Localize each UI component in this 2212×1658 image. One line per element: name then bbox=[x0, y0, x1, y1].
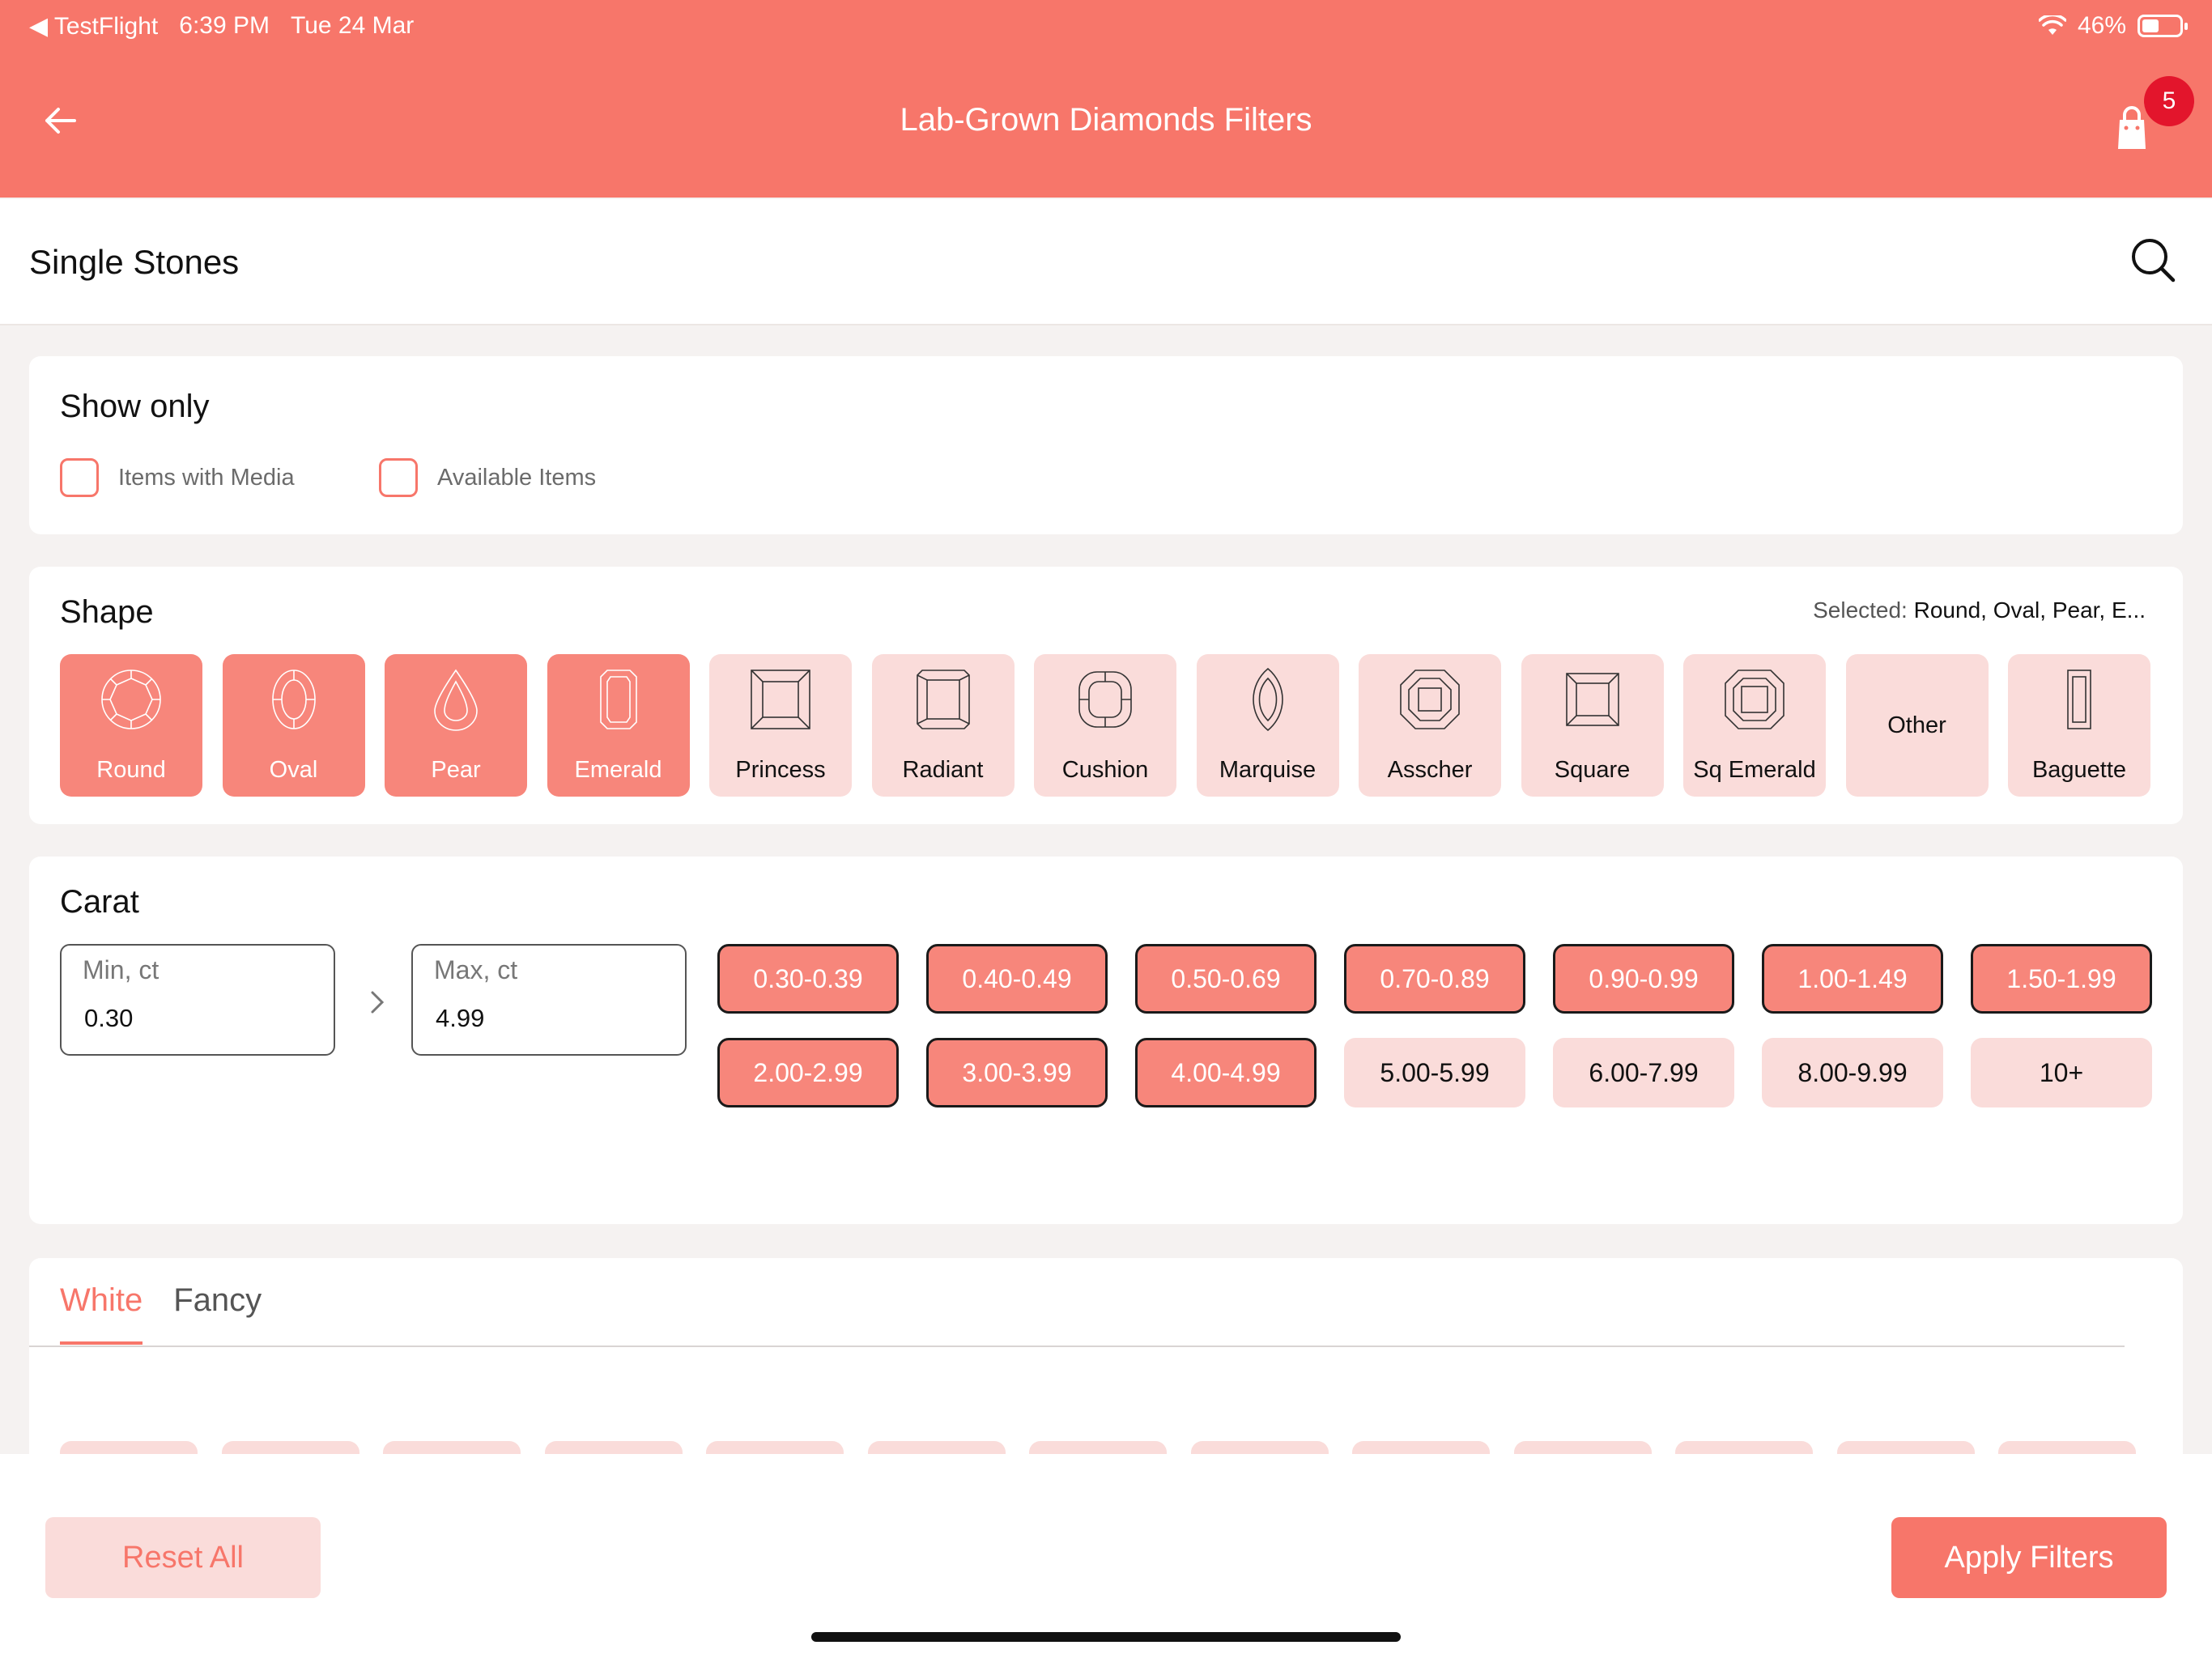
checkbox-label: Available Items bbox=[437, 464, 597, 491]
carat-range-chip[interactable]: 0.50-0.69 bbox=[1135, 944, 1317, 1014]
shape-card: Shape Selected: Round, Oval, Pear, E... … bbox=[29, 567, 2183, 824]
shape-tile-baguette[interactable]: Baguette bbox=[2008, 654, 2150, 797]
search-icon[interactable] bbox=[2128, 235, 2178, 285]
shape-tile-label: Asscher bbox=[1387, 757, 1473, 783]
checkbox-box[interactable] bbox=[60, 458, 99, 497]
carat-range-chip[interactable]: 4.00-4.99 bbox=[1135, 1038, 1317, 1107]
status-date: Tue 24 Mar bbox=[291, 12, 415, 39]
shape-tile-label: Emerald bbox=[574, 757, 662, 783]
shape-tile-asscher[interactable]: Asscher bbox=[1359, 654, 1501, 797]
carat-range-chip[interactable]: 2.00-2.99 bbox=[717, 1038, 899, 1107]
show-only-title: Show only bbox=[60, 389, 210, 424]
top-bar: ◀ TestFlight 6:39 PM Tue 24 Mar 46% Lab-… bbox=[0, 0, 2212, 198]
shape-tile-round[interactable]: Round bbox=[60, 654, 202, 797]
items-with-media-checkbox[interactable]: Items with Media bbox=[60, 458, 295, 497]
carat-range-chip[interactable]: 0.30-0.39 bbox=[717, 944, 899, 1014]
cart-count-badge: 5 bbox=[2144, 76, 2194, 126]
home-indicator[interactable] bbox=[811, 1632, 1401, 1642]
shape-tile-label: Oval bbox=[269, 757, 318, 783]
shape-tile-marquise[interactable]: Marquise bbox=[1196, 654, 1339, 797]
subheader: Single Stones bbox=[0, 199, 2212, 325]
carat-range-chip[interactable]: 6.00-7.99 bbox=[1553, 1038, 1734, 1107]
baguette-shape-icon bbox=[2067, 670, 2091, 729]
shape-title: Shape bbox=[60, 594, 154, 630]
status-bar: ◀ TestFlight 6:39 PM Tue 24 Mar 46% bbox=[29, 10, 2188, 42]
shape-tile-label: Sq Emerald bbox=[1693, 757, 1816, 783]
shape-tile-label: Pear bbox=[431, 757, 481, 783]
shape-tile-label: Cushion bbox=[1061, 757, 1149, 783]
shape-tile-label: Radiant bbox=[902, 757, 984, 783]
carat-range-chip[interactable]: 0.40-0.49 bbox=[926, 944, 1108, 1014]
shape-tile-radiant[interactable]: Radiant bbox=[871, 654, 1015, 797]
reset-all-button[interactable]: Reset All bbox=[45, 1517, 321, 1598]
cushion-shape-icon bbox=[1078, 671, 1132, 728]
min-carat-field[interactable]: Min, ct 0.30 bbox=[60, 944, 335, 1056]
checkbox-label: Items with Media bbox=[118, 464, 295, 491]
emerald-shape-icon bbox=[599, 670, 637, 729]
princess-shape-icon bbox=[751, 670, 810, 729]
carat-title: Carat bbox=[60, 884, 139, 920]
min-carat-placeholder: Min, ct bbox=[83, 955, 160, 984]
pear-shape-icon bbox=[434, 669, 478, 731]
carat-range-chip[interactable]: 3.00-3.99 bbox=[926, 1038, 1108, 1107]
color-tabs: White Fancy bbox=[60, 1282, 262, 1345]
marquise-shape-icon bbox=[1252, 667, 1283, 732]
shape-tile-label: Round bbox=[96, 757, 166, 783]
tab-white[interactable]: White bbox=[60, 1282, 143, 1345]
carat-range-chip[interactable]: 1.50-1.99 bbox=[1971, 944, 2152, 1014]
shape-tile-label: Baguette bbox=[2031, 757, 2127, 783]
max-carat-placeholder: Max, ct bbox=[434, 955, 518, 984]
shape-tile-label: Other bbox=[1887, 712, 1946, 738]
apply-filters-button[interactable]: Apply Filters bbox=[1891, 1517, 2167, 1598]
shape-tile-label: Princess bbox=[735, 757, 826, 783]
max-carat-field[interactable]: Max, ct 4.99 bbox=[411, 944, 687, 1056]
wifi-icon bbox=[2038, 15, 2066, 35]
shape-tile-other[interactable]: Other bbox=[1845, 654, 1989, 797]
nav-bar: Lab-Grown Diamonds Filters 5 bbox=[0, 76, 2212, 167]
selected-value: Round, Oval, Pear, E... bbox=[1913, 597, 2146, 623]
shape-tile-sq-emerald[interactable]: Sq Emerald bbox=[1683, 654, 1826, 797]
max-carat-value[interactable]: 4.99 bbox=[436, 1004, 484, 1033]
shape-tile-oval[interactable]: Oval bbox=[222, 654, 365, 797]
shape-selected-summary: Selected: Round, Oval, Pear, E... bbox=[1813, 597, 2146, 623]
back-app-label: TestFlight bbox=[53, 12, 159, 40]
sq-emerald-shape-icon bbox=[1725, 670, 1784, 729]
bottom-action-bar: Reset All Apply Filters bbox=[0, 1454, 2212, 1658]
asscher-shape-icon bbox=[1400, 670, 1460, 729]
battery-icon bbox=[2138, 15, 2188, 37]
shape-tile-label: Marquise bbox=[1219, 757, 1317, 783]
shape-tile-cushion[interactable]: Cushion bbox=[1034, 654, 1176, 797]
shape-tile-emerald[interactable]: Emerald bbox=[547, 654, 690, 797]
radiant-shape-icon bbox=[916, 670, 970, 729]
checkbox-box[interactable] bbox=[379, 458, 418, 497]
round-shape-icon bbox=[101, 670, 161, 729]
shape-tile-princess[interactable]: Princess bbox=[709, 654, 852, 797]
back-to-app[interactable]: ◀ TestFlight bbox=[29, 12, 158, 40]
carat-range-chip[interactable]: 0.90-0.99 bbox=[1553, 944, 1734, 1014]
available-items-checkbox[interactable]: Available Items bbox=[379, 458, 596, 497]
page-title: Lab-Grown Diamonds Filters bbox=[900, 102, 1312, 138]
min-carat-value[interactable]: 0.30 bbox=[84, 1004, 133, 1033]
chevron-right-icon bbox=[371, 991, 385, 1014]
oval-shape-icon bbox=[271, 670, 316, 729]
show-only-card: Show only Items with Media Available Ite… bbox=[29, 356, 2183, 534]
selected-label: Selected: bbox=[1813, 597, 1908, 623]
shape-tile-pear[interactable]: Pear bbox=[385, 654, 527, 797]
battery-fill bbox=[2142, 19, 2159, 32]
square-shape-icon bbox=[1565, 673, 1619, 726]
tab-fancy[interactable]: Fancy bbox=[173, 1282, 262, 1345]
carat-card: Carat Min, ct 0.30 Max, ct 4.99 0.30-0.3… bbox=[29, 857, 2183, 1224]
shape-tile-square[interactable]: Square bbox=[1521, 654, 1664, 797]
carat-range-chip[interactable]: 1.00-1.49 bbox=[1762, 944, 1943, 1014]
status-time: 6:39 PM bbox=[179, 12, 270, 39]
carat-range-chip[interactable]: 5.00-5.99 bbox=[1344, 1038, 1525, 1107]
battery-percent: 46% bbox=[2077, 12, 2126, 39]
shape-tile-label: Square bbox=[1554, 757, 1631, 783]
carat-range-chip[interactable]: 0.70-0.89 bbox=[1344, 944, 1525, 1014]
tab-divider bbox=[29, 1346, 2125, 1347]
carat-range-chip[interactable]: 8.00-9.99 bbox=[1762, 1038, 1943, 1107]
carat-range-chip[interactable]: 10+ bbox=[1971, 1038, 2152, 1107]
category-label: Single Stones bbox=[29, 243, 240, 281]
